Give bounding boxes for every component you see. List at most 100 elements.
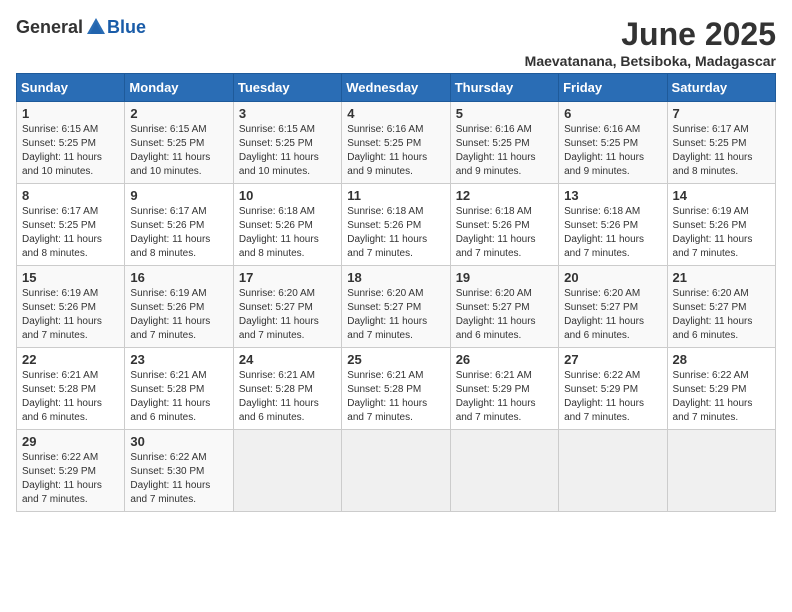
day-number: 12 [456, 188, 553, 203]
day-cell-9: 9 Sunrise: 6:17 AM Sunset: 5:26 PM Daylig… [125, 184, 233, 266]
day-info: Sunrise: 6:15 AM Sunset: 5:25 PM Dayligh… [239, 123, 336, 179]
day-cell-24: 24 Sunrise: 6:21 AM Sunset: 5:28 PM Dayli… [233, 348, 341, 430]
day-cell-20: 20 Sunrise: 6:20 AM Sunset: 5:27 PM Dayli… [559, 266, 667, 348]
day-number: 13 [564, 188, 661, 203]
day-info: Sunrise: 6:17 AM Sunset: 5:25 PM Dayligh… [22, 205, 119, 261]
day-info: Sunrise: 6:18 AM Sunset: 5:26 PM Dayligh… [347, 205, 444, 261]
header-sunday: Sunday [17, 74, 125, 102]
day-info: Sunrise: 6:22 AM Sunset: 5:30 PM Dayligh… [130, 451, 227, 507]
day-number: 5 [456, 106, 553, 121]
month-title: June 2025 [525, 16, 776, 53]
day-cell-10: 10 Sunrise: 6:18 AM Sunset: 5:26 PM Dayli… [233, 184, 341, 266]
day-info: Sunrise: 6:21 AM Sunset: 5:29 PM Dayligh… [456, 369, 553, 425]
day-cell-23: 23Sunrise: 6:21 AM Sunset: 5:28 PM Dayli… [125, 348, 233, 430]
day-number: 26 [456, 352, 553, 367]
day-number: 27 [564, 352, 661, 367]
day-cell-17: 17Sunrise: 6:20 AM Sunset: 5:27 PM Dayli… [233, 266, 341, 348]
header-saturday: Saturday [667, 74, 775, 102]
day-info: Sunrise: 6:16 AM Sunset: 5:25 PM Dayligh… [456, 123, 553, 179]
logo-general: General [16, 17, 83, 38]
day-cell-16: 16 Sunrise: 6:19 AM Sunset: 5:26 PM Dayli… [125, 266, 233, 348]
day-cell-empty [667, 430, 775, 512]
calendar-row-3: 15 Sunrise: 6:19 AM Sunset: 5:26 PM Dayli… [17, 266, 776, 348]
day-number: 11 [347, 188, 444, 203]
day-info: Sunrise: 6:19 AM Sunset: 5:26 PM Dayligh… [22, 287, 119, 343]
header-monday: Monday [125, 74, 233, 102]
day-number: 18 [347, 270, 444, 285]
day-number: 20 [564, 270, 661, 285]
day-info: Sunrise: 6:20 AM Sunset: 5:27 PM Dayligh… [564, 287, 661, 343]
day-number: 29 [22, 434, 119, 449]
day-cell-3: 3Sunrise: 6:15 AM Sunset: 5:25 PM Daylig… [233, 102, 341, 184]
day-number: 14 [673, 188, 770, 203]
day-info: Sunrise: 6:15 AM Sunset: 5:25 PM Dayligh… [22, 123, 119, 179]
day-number: 25 [347, 352, 444, 367]
day-info: Sunrise: 6:16 AM Sunset: 5:25 PM Dayligh… [564, 123, 661, 179]
day-info: Sunrise: 6:20 AM Sunset: 5:27 PM Dayligh… [239, 287, 336, 343]
day-info: Sunrise: 6:17 AM Sunset: 5:25 PM Dayligh… [673, 123, 770, 179]
day-info: Sunrise: 6:21 AM Sunset: 5:28 PM Dayligh… [22, 369, 119, 425]
day-cell-13: 13 Sunrise: 6:18 AM Sunset: 5:26 PM Dayli… [559, 184, 667, 266]
day-info: Sunrise: 6:18 AM Sunset: 5:26 PM Dayligh… [239, 205, 336, 261]
day-number: 15 [22, 270, 119, 285]
day-cell-27: 27 Sunrise: 6:22 AM Sunset: 5:29 PM Dayli… [559, 348, 667, 430]
day-number: 22 [22, 352, 119, 367]
day-cell-28: 28 Sunrise: 6:22 AM Sunset: 5:29 PM Dayli… [667, 348, 775, 430]
day-info: Sunrise: 6:22 AM Sunset: 5:29 PM Dayligh… [673, 369, 770, 425]
day-cell-empty [233, 430, 341, 512]
day-number: 4 [347, 106, 444, 121]
day-number: 16 [130, 270, 227, 285]
day-cell-8: 8Sunrise: 6:17 AM Sunset: 5:25 PM Daylig… [17, 184, 125, 266]
day-number: 21 [673, 270, 770, 285]
day-cell-empty [559, 430, 667, 512]
calendar-row-2: 8Sunrise: 6:17 AM Sunset: 5:25 PM Daylig… [17, 184, 776, 266]
day-cell-5: 5 Sunrise: 6:16 AM Sunset: 5:25 PM Daylig… [450, 102, 558, 184]
day-info: Sunrise: 6:19 AM Sunset: 5:26 PM Dayligh… [673, 205, 770, 261]
day-info: Sunrise: 6:16 AM Sunset: 5:25 PM Dayligh… [347, 123, 444, 179]
day-info: Sunrise: 6:21 AM Sunset: 5:28 PM Dayligh… [239, 369, 336, 425]
day-number: 28 [673, 352, 770, 367]
page-header: General Blue June 2025 Maevatanana, Bets… [16, 16, 776, 69]
day-number: 2 [130, 106, 227, 121]
day-number: 10 [239, 188, 336, 203]
day-cell-19: 19 Sunrise: 6:20 AM Sunset: 5:27 PM Dayli… [450, 266, 558, 348]
day-cell-26: 26 Sunrise: 6:21 AM Sunset: 5:29 PM Dayli… [450, 348, 558, 430]
day-info: Sunrise: 6:17 AM Sunset: 5:26 PM Dayligh… [130, 205, 227, 261]
location-title: Maevatanana, Betsiboka, Madagascar [525, 53, 776, 69]
day-number: 19 [456, 270, 553, 285]
calendar-header-row: SundayMondayTuesdayWednesdayThursdayFrid… [17, 74, 776, 102]
day-info: Sunrise: 6:18 AM Sunset: 5:26 PM Dayligh… [564, 205, 661, 261]
day-cell-25: 25 Sunrise: 6:21 AM Sunset: 5:28 PM Dayli… [342, 348, 450, 430]
day-info: Sunrise: 6:20 AM Sunset: 5:27 PM Dayligh… [673, 287, 770, 343]
day-info: Sunrise: 6:21 AM Sunset: 5:28 PM Dayligh… [347, 369, 444, 425]
header-friday: Friday [559, 74, 667, 102]
day-info: Sunrise: 6:19 AM Sunset: 5:26 PM Dayligh… [130, 287, 227, 343]
calendar-row-4: 22 Sunrise: 6:21 AM Sunset: 5:28 PM Dayli… [17, 348, 776, 430]
day-cell-12: 12 Sunrise: 6:18 AM Sunset: 5:26 PM Dayli… [450, 184, 558, 266]
header-thursday: Thursday [450, 74, 558, 102]
day-number: 9 [130, 188, 227, 203]
logo-icon [85, 16, 107, 38]
day-cell-6: 6 Sunrise: 6:16 AM Sunset: 5:25 PM Daylig… [559, 102, 667, 184]
day-cell-4: 4 Sunrise: 6:16 AM Sunset: 5:25 PM Daylig… [342, 102, 450, 184]
day-cell-22: 22 Sunrise: 6:21 AM Sunset: 5:28 PM Dayli… [17, 348, 125, 430]
logo: General Blue [16, 16, 146, 38]
day-cell-empty [450, 430, 558, 512]
day-cell-29: 29 Sunrise: 6:22 AM Sunset: 5:29 PM Dayli… [17, 430, 125, 512]
day-info: Sunrise: 6:22 AM Sunset: 5:29 PM Dayligh… [22, 451, 119, 507]
day-number: 24 [239, 352, 336, 367]
day-number: 30 [130, 434, 227, 449]
day-cell-7: 7Sunrise: 6:17 AM Sunset: 5:25 PM Daylig… [667, 102, 775, 184]
day-cell-30: 30 Sunrise: 6:22 AM Sunset: 5:30 PM Dayli… [125, 430, 233, 512]
day-cell-18: 18Sunrise: 6:20 AM Sunset: 5:27 PM Dayli… [342, 266, 450, 348]
day-number: 1 [22, 106, 119, 121]
day-number: 23 [130, 352, 227, 367]
day-info: Sunrise: 6:18 AM Sunset: 5:26 PM Dayligh… [456, 205, 553, 261]
calendar-row-1: 1 Sunrise: 6:15 AM Sunset: 5:25 PM Daylig… [17, 102, 776, 184]
day-info: Sunrise: 6:15 AM Sunset: 5:25 PM Dayligh… [130, 123, 227, 179]
day-info: Sunrise: 6:22 AM Sunset: 5:29 PM Dayligh… [564, 369, 661, 425]
day-number: 6 [564, 106, 661, 121]
logo-blue: Blue [107, 17, 146, 38]
day-cell-2: 2 Sunrise: 6:15 AM Sunset: 5:25 PM Daylig… [125, 102, 233, 184]
day-info: Sunrise: 6:20 AM Sunset: 5:27 PM Dayligh… [456, 287, 553, 343]
